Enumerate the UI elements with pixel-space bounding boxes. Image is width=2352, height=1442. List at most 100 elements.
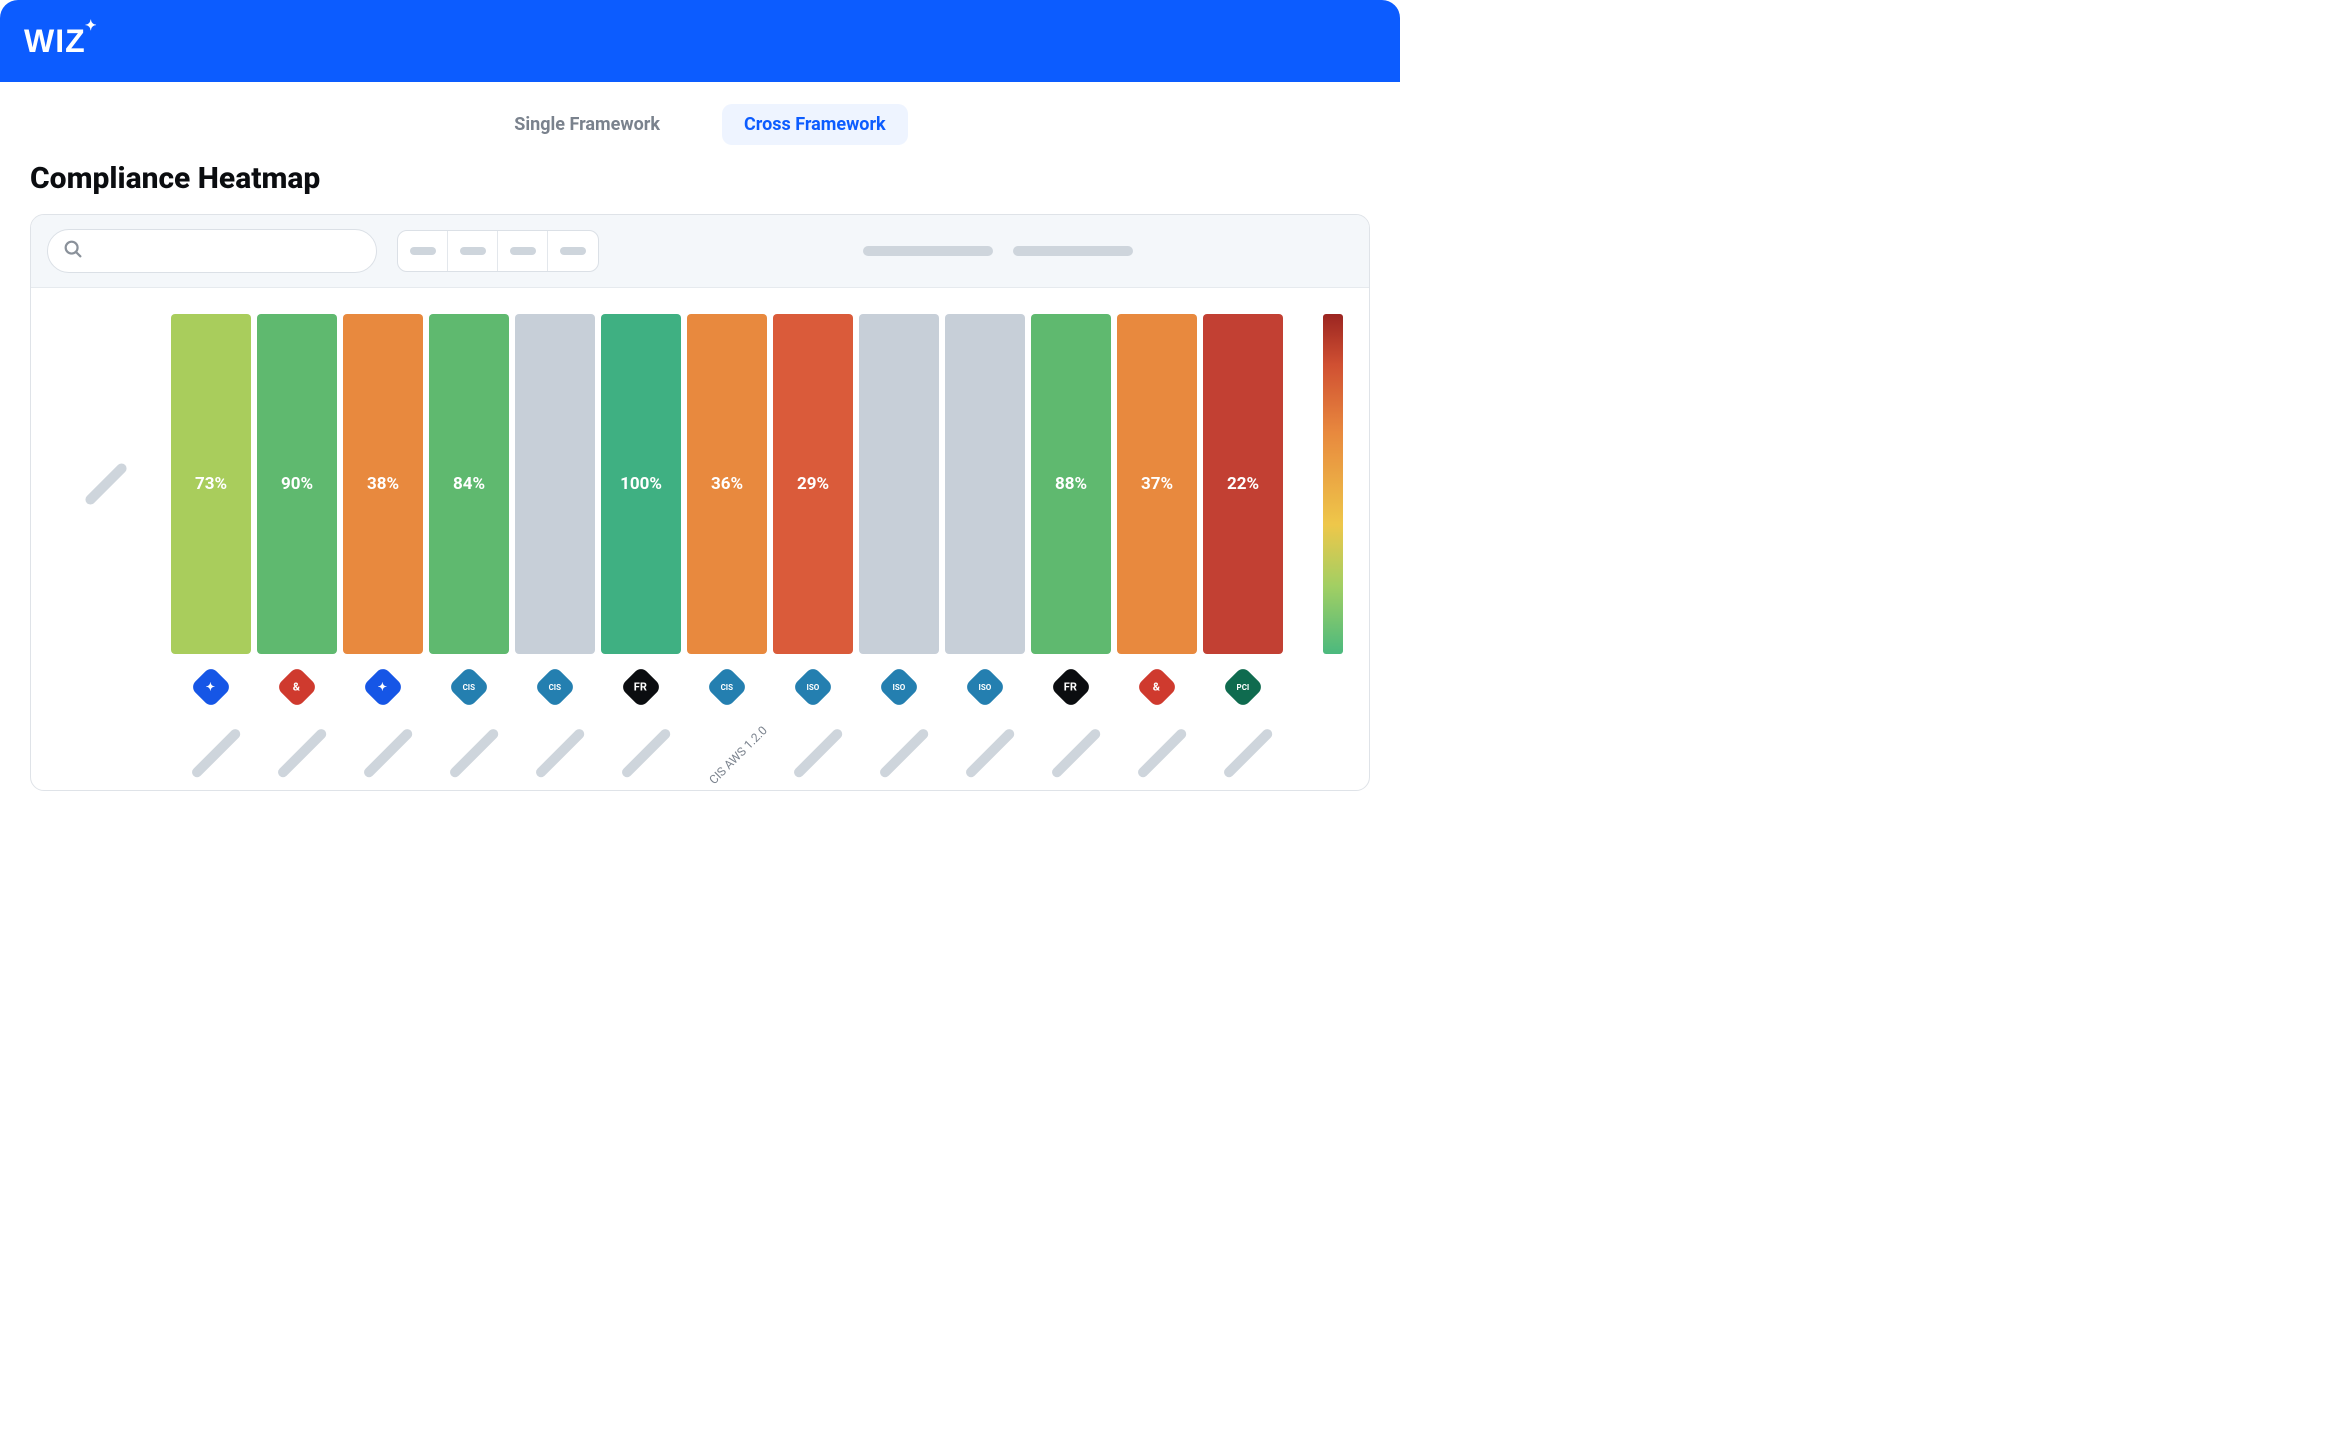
axis-label — [429, 710, 509, 770]
cis-icon: CIS — [448, 666, 490, 708]
placeholder-pill — [362, 727, 414, 779]
placeholder-bar — [1013, 246, 1133, 256]
search-input[interactable] — [92, 243, 362, 260]
x-axis-item: PCI — [1203, 672, 1283, 770]
ampersand-icon: & — [276, 666, 318, 708]
x-axis-item: CIS — [515, 672, 595, 770]
ampersand-icon: & — [1136, 666, 1178, 708]
x-axis-item: & — [257, 672, 337, 770]
heatmap-cell[interactable]: 22% — [1203, 314, 1283, 654]
heatmap-cells: 73% 90% 38% 84% 100% 36% 29% 88% 37% 22% — [171, 314, 1283, 654]
placeholder-pill — [560, 247, 586, 255]
toolbar-right — [863, 246, 1353, 256]
placeholder-pill — [83, 461, 128, 506]
legend-gradient — [1323, 314, 1343, 654]
brand-logo: WIZ ✦ — [24, 23, 86, 60]
search-icon — [62, 238, 84, 264]
iso-icon: ISO — [964, 666, 1006, 708]
placeholder-pill — [1222, 727, 1274, 779]
cell-value: 22% — [1227, 474, 1259, 494]
heatmap-cell[interactable]: 90% — [257, 314, 337, 654]
cell-value: 88% — [1055, 474, 1087, 494]
x-axis-item: ✦ — [343, 672, 423, 770]
x-axis-item: CISCIS AWS 1.2.0 — [687, 672, 767, 770]
heatmap-cell[interactable]: 38% — [343, 314, 423, 654]
iso-icon: ISO — [792, 666, 834, 708]
filter-chip[interactable] — [398, 231, 448, 271]
x-axis-item: & — [1117, 672, 1197, 770]
page-title: Compliance Heatmap — [0, 155, 1400, 214]
x-axis-item: ✦ — [171, 672, 251, 770]
cell-value: 29% — [797, 474, 829, 494]
fr-icon: FR — [1050, 666, 1092, 708]
cell-value: 84% — [453, 474, 485, 494]
sparkle-icon: ✦ — [85, 17, 98, 34]
cell-value: 73% — [195, 474, 227, 494]
pci-icon: PCI — [1222, 666, 1264, 708]
heatmap-cell[interactable] — [945, 314, 1025, 654]
heatmap-cell[interactable] — [859, 314, 939, 654]
heatmap-cell[interactable]: 73% — [171, 314, 251, 654]
placeholder-pill — [460, 247, 486, 255]
star-icon: ✦ — [362, 666, 404, 708]
placeholder-pill — [510, 247, 536, 255]
heatmap-row: 73% 90% 38% 84% 100% 36% 29% 88% 37% 22% — [31, 288, 1369, 664]
axis-label — [1031, 710, 1111, 770]
cis-icon: CIS — [706, 666, 748, 708]
heatmap-cell[interactable]: 100% — [601, 314, 681, 654]
axis-label — [343, 710, 423, 770]
x-axis-item: ISO — [945, 672, 1025, 770]
panel-toolbar — [31, 215, 1369, 288]
x-axis-item: CIS — [429, 672, 509, 770]
x-axis-item: FR — [601, 672, 681, 770]
axis-label: CIS AWS 1.2.0 — [687, 710, 767, 770]
iso-icon: ISO — [878, 666, 920, 708]
placeholder-pill — [534, 727, 586, 779]
tab-label: Single Framework — [514, 114, 660, 135]
star-icon: ✦ — [190, 666, 232, 708]
row-label — [51, 314, 161, 654]
cis-icon: CIS — [534, 666, 576, 708]
search-box[interactable] — [47, 229, 377, 273]
cell-value: 100% — [620, 474, 662, 494]
placeholder-pill — [410, 247, 436, 255]
topbar: WIZ ✦ — [0, 0, 1400, 82]
axis-label — [257, 710, 337, 770]
placeholder-pill — [1050, 727, 1102, 779]
placeholder-pill — [1136, 727, 1188, 779]
heatmap-panel: 73%90%38%84%100%36%29%88%37%22% ✦&✦CISCI… — [30, 214, 1370, 791]
color-legend — [1323, 314, 1343, 654]
tab-single-framework[interactable]: Single Framework — [492, 104, 682, 145]
heatmap-cell[interactable]: 37% — [1117, 314, 1197, 654]
tab-cross-framework[interactable]: Cross Framework — [722, 104, 908, 145]
axis-label — [171, 710, 251, 770]
axis-label-text: CIS AWS 1.2.0 — [706, 723, 770, 787]
x-axis-items: ✦&✦CISCISFRCISCIS AWS 1.2.0ISOISOISOFR&P… — [171, 672, 1283, 770]
filter-chip[interactable] — [448, 231, 498, 271]
cell-value: 90% — [281, 474, 313, 494]
heatmap-cell[interactable]: 84% — [429, 314, 509, 654]
placeholder-pill — [190, 727, 242, 779]
tabs: Single Framework Cross Framework — [0, 82, 1400, 155]
placeholder-pill — [276, 727, 328, 779]
placeholder-pill — [792, 727, 844, 779]
placeholder-bar — [863, 246, 993, 256]
placeholder-pill — [878, 727, 930, 779]
heatmap-cell[interactable]: 29% — [773, 314, 853, 654]
axis-label — [601, 710, 681, 770]
placeholder-pill — [620, 727, 672, 779]
heatmap-cell[interactable]: 88% — [1031, 314, 1111, 654]
x-axis-item: ISO — [859, 672, 939, 770]
placeholder-pill — [964, 727, 1016, 779]
cell-value: 37% — [1141, 474, 1173, 494]
app-frame: WIZ ✦ Single Framework Cross Framework C… — [0, 0, 1400, 858]
heatmap-cell[interactable]: 36% — [687, 314, 767, 654]
filter-chip[interactable] — [498, 231, 548, 271]
heatmap-cell[interactable] — [515, 314, 595, 654]
filter-chip[interactable] — [548, 231, 598, 271]
brand-text: WIZ — [24, 23, 86, 59]
placeholder-pill — [448, 727, 500, 779]
filter-chip-group — [397, 230, 599, 272]
fr-icon: FR — [620, 666, 662, 708]
cell-value: 36% — [711, 474, 743, 494]
